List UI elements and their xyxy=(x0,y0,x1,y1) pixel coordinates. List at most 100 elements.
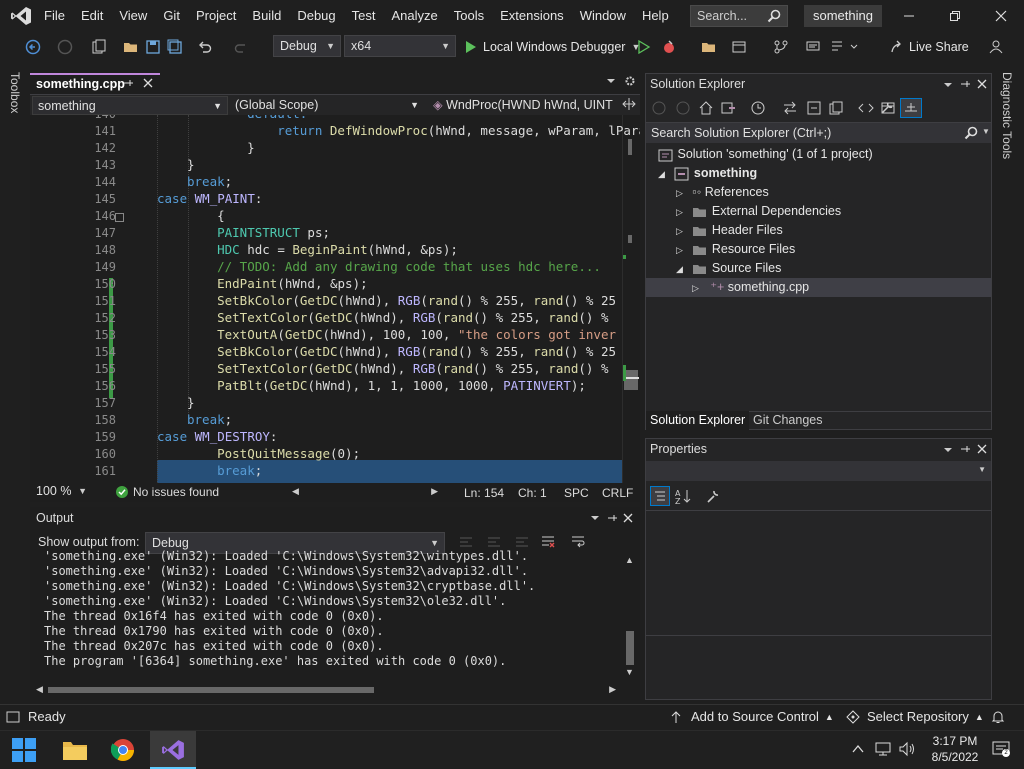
platform-dropdown[interactable]: x64 ▼ xyxy=(344,35,456,57)
project-nav-dropdown[interactable]: something ▼ xyxy=(32,96,228,115)
feedback-icon[interactable] xyxy=(986,37,1006,57)
select-repository-button[interactable]: Select Repository ▲ xyxy=(846,709,984,724)
properties-object-dropdown[interactable]: ▼ xyxy=(646,461,991,481)
collapse-all-icon[interactable] xyxy=(806,100,822,116)
notifications-icon[interactable] xyxy=(990,709,1006,725)
visual-studio-taskbar-button[interactable] xyxy=(150,731,196,769)
function-nav-dropdown[interactable]: ◈ WndProc(HWND hWnd, UINT xyxy=(428,96,620,115)
hot-reload-icon[interactable] xyxy=(660,37,678,57)
menu-debug[interactable]: Debug xyxy=(289,0,343,32)
redo-icon[interactable] xyxy=(232,37,250,57)
tree-item-header-files[interactable]: ▷ Header Files xyxy=(676,221,783,240)
issues-indicator[interactable]: No issues found xyxy=(116,485,219,499)
collapse-region-icon[interactable] xyxy=(115,213,124,222)
window-position-icon[interactable] xyxy=(943,445,953,455)
tree-item-source-files[interactable]: ◢ Source Files xyxy=(676,259,781,278)
volume-icon[interactable] xyxy=(898,741,916,757)
output-text[interactable]: 'something.exe' (Win32): Loaded 'C:\Wind… xyxy=(44,549,535,669)
categorized-icon[interactable] xyxy=(650,486,670,506)
find-message-icon[interactable] xyxy=(458,535,474,549)
open-folder-icon[interactable] xyxy=(122,37,140,57)
pin-icon[interactable] xyxy=(606,512,618,524)
project-node[interactable]: ◢ something xyxy=(658,164,757,183)
switch-views-icon[interactable] xyxy=(720,100,736,116)
property-pages-icon[interactable] xyxy=(704,487,722,505)
alphabetical-icon[interactable]: AZ xyxy=(674,487,692,505)
solution-name-badge[interactable]: something xyxy=(804,5,882,27)
file-explorer-icon[interactable] xyxy=(62,738,88,762)
save-all-icon[interactable] xyxy=(166,37,184,57)
chrome-icon[interactable] xyxy=(111,738,135,762)
menu-edit[interactable]: Edit xyxy=(73,0,111,32)
window-position-icon[interactable] xyxy=(943,80,953,90)
sync-icon[interactable] xyxy=(782,100,798,116)
start-without-debugging-icon[interactable] xyxy=(636,37,652,57)
code-view-icon[interactable] xyxy=(858,100,874,116)
menu-extensions[interactable]: Extensions xyxy=(492,0,572,32)
properties-wrench-icon[interactable] xyxy=(879,100,895,116)
search-input[interactable]: Search... xyxy=(690,5,788,27)
gear-icon[interactable] xyxy=(624,75,636,87)
home-icon[interactable] xyxy=(698,100,714,116)
show-hidden-icons-icon[interactable] xyxy=(852,743,864,755)
menu-help[interactable]: Help xyxy=(634,0,677,32)
live-share-button[interactable]: Live Share xyxy=(890,37,969,57)
tree-item-resource-files[interactable]: ▷ Resource Files xyxy=(676,240,795,259)
close-tab-icon[interactable] xyxy=(142,77,154,89)
menu-build[interactable]: Build xyxy=(244,0,289,32)
tab-solution-explorer[interactable]: Solution Explorer xyxy=(646,411,750,430)
editor-horizontal-scrollbar[interactable]: ◀ ▶ xyxy=(292,486,438,498)
whitespace-mode[interactable]: SPC xyxy=(564,486,589,500)
close-panel-icon[interactable] xyxy=(976,443,988,455)
pending-changes-icon[interactable] xyxy=(750,100,766,116)
forward-icon[interactable] xyxy=(676,101,690,115)
solution-node[interactable]: Solution 'something' (1 of 1 project) xyxy=(658,145,873,164)
menu-file[interactable]: File xyxy=(36,0,73,32)
tab-overflow-icon[interactable] xyxy=(606,76,616,86)
close-panel-icon[interactable] xyxy=(622,512,634,524)
menu-tools[interactable]: Tools xyxy=(446,0,492,32)
new-item-icon[interactable] xyxy=(90,37,108,57)
notification-center-icon[interactable]: 2 xyxy=(992,741,1010,757)
maximize-button[interactable] xyxy=(932,0,978,32)
layout-icon[interactable] xyxy=(730,37,748,57)
git-icon[interactable] xyxy=(772,37,790,57)
tree-item-external-dependencies[interactable]: ▷ External Dependencies xyxy=(676,202,841,221)
line-ending[interactable]: CRLF xyxy=(602,486,633,500)
system-clock[interactable]: 3:17 PM 8/5/2022 xyxy=(930,733,980,765)
folder-icon[interactable] xyxy=(700,37,718,57)
scope-nav-dropdown[interactable]: (Global Scope) ▼ xyxy=(230,96,424,115)
column-number[interactable]: Ch: 1 xyxy=(518,486,547,500)
configuration-dropdown[interactable]: Debug ▼ xyxy=(273,35,341,57)
windows-start-icon[interactable] xyxy=(12,738,36,762)
tab-git-changes[interactable]: Git Changes xyxy=(750,411,825,430)
menu-view[interactable]: View xyxy=(111,0,155,32)
menu-test[interactable]: Test xyxy=(344,0,384,32)
zoom-dropdown[interactable]: 100 % ▼ xyxy=(30,483,92,502)
close-panel-icon[interactable] xyxy=(976,78,988,90)
menu-window[interactable]: Window xyxy=(572,0,634,32)
preview-selected-items-icon[interactable] xyxy=(900,98,922,118)
save-icon[interactable] xyxy=(144,37,162,57)
menu-project[interactable]: Project xyxy=(188,0,244,32)
pin-icon[interactable] xyxy=(959,443,971,455)
word-wrap-icon[interactable] xyxy=(570,534,586,548)
diagnostic-tools-tab[interactable]: Diagnostic Tools xyxy=(1000,72,1014,159)
close-window-button[interactable] xyxy=(978,0,1024,32)
tree-item-references[interactable]: ▷ ▫◦ References xyxy=(676,183,769,202)
pin-icon[interactable] xyxy=(959,78,971,90)
next-message-icon[interactable] xyxy=(514,535,530,549)
minimize-button[interactable] xyxy=(886,0,932,32)
toolbox-tab[interactable]: Toolbox xyxy=(8,72,22,113)
split-icon[interactable] xyxy=(622,97,636,111)
network-icon[interactable] xyxy=(874,741,892,757)
back-icon[interactable] xyxy=(24,37,42,57)
output-horizontal-scrollbar[interactable]: ◀ ▶ xyxy=(36,684,616,696)
add-to-source-control-button[interactable]: Add to Source Control ▲ xyxy=(670,709,834,724)
vs-logo-icon[interactable] xyxy=(10,6,32,26)
menu-git[interactable]: Git xyxy=(155,0,188,32)
pin-icon[interactable] xyxy=(122,77,134,89)
back-icon[interactable] xyxy=(652,101,666,115)
comment-icon[interactable] xyxy=(804,37,822,57)
menu-analyze[interactable]: Analyze xyxy=(383,0,445,32)
